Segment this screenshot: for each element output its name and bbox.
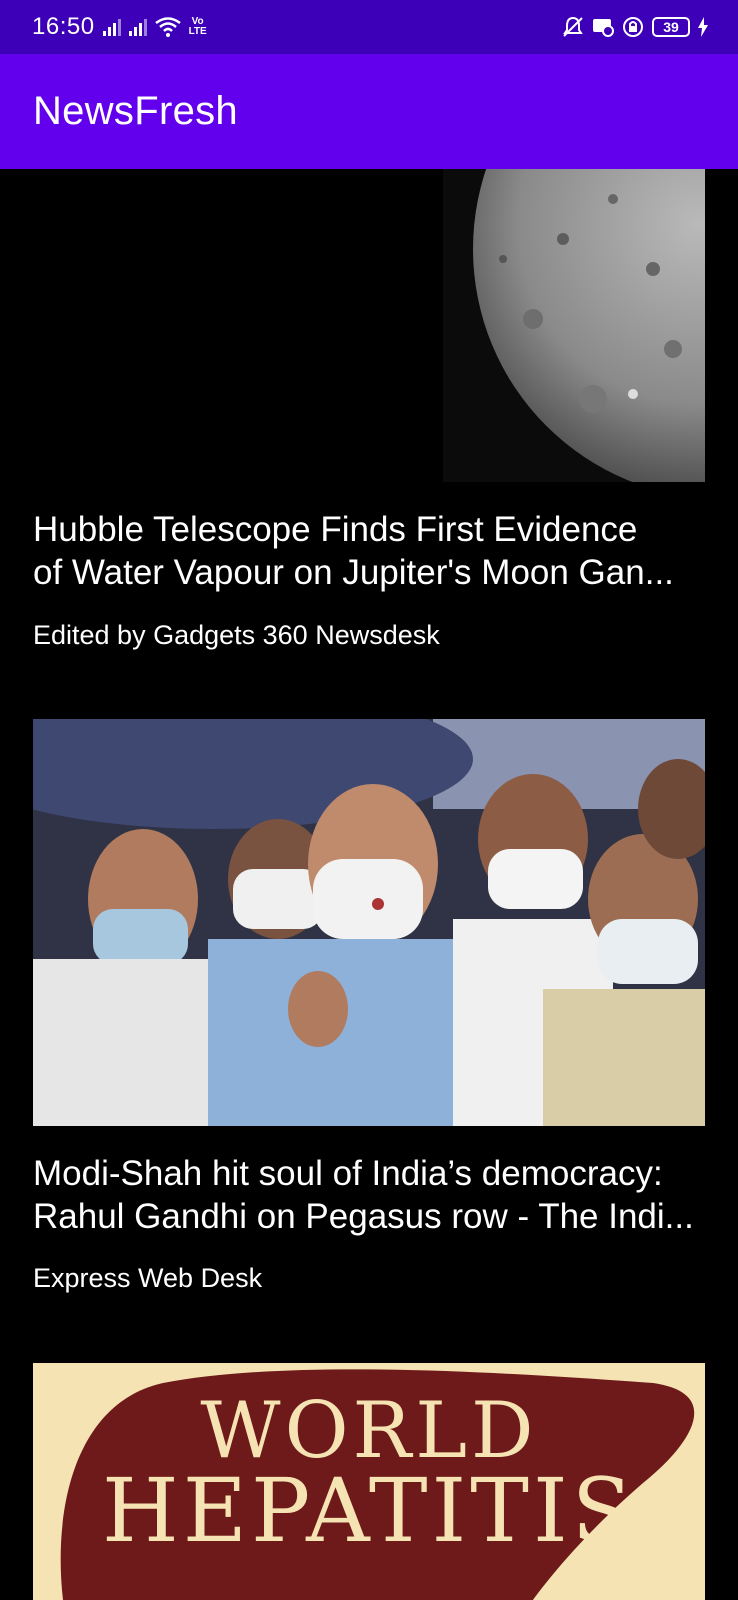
article-headline[interactable]: Modi-Shah hit soul of India’s democracy:… [33, 1152, 705, 1238]
news-card[interactable]: WORLD HEPATITIS [33, 1363, 705, 1600]
app-title: NewsFresh [33, 89, 238, 133]
article-byline: Express Web Desk [33, 1263, 263, 1293]
status-left: 16:50 Vo LTE [32, 13, 207, 41]
headline-line: of Water Vapour on Jupiter's Moon Gan... [33, 553, 674, 592]
volte-icon: Vo LTE [189, 17, 207, 37]
battery-icon: 39 [652, 17, 690, 37]
status-bar: 16:50 Vo LTE 39 [0, 0, 738, 54]
status-right: 39 [562, 16, 708, 38]
headline-line: Modi-Shah hit soul of India’s democracy: [33, 1154, 663, 1193]
signal-icon [128, 18, 147, 36]
poster-line: HEPATITIS [101, 1459, 637, 1562]
vpn-lock-icon [623, 17, 643, 37]
poster-title: WORLD HEPATITIS [33, 1391, 705, 1562]
news-card[interactable]: Modi-Shah hit soul of India’s democracy:… [33, 719, 705, 1293]
news-card[interactable]: Hubble Telescope Finds First Evidence of… [33, 169, 705, 650]
wifi-icon [154, 17, 181, 37]
masked-crowd-photo[interactable] [33, 719, 705, 1126]
charging-icon [698, 17, 708, 37]
chat-icon [593, 19, 614, 37]
article-byline: Edited by Gadgets 360 Newsdesk [33, 620, 440, 650]
clock: 16:50 [32, 13, 95, 40]
volte-bottom: LTE [188, 26, 207, 37]
headline-line: Hubble Telescope Finds First Evidence [33, 510, 638, 549]
moon-surface-image[interactable] [33, 169, 705, 482]
world-hepatitis-poster[interactable]: WORLD HEPATITIS [33, 1363, 705, 1600]
headline-line: Rahul Gandhi on Pegasus row - The Indi..… [33, 1197, 694, 1236]
signal-icon [102, 18, 121, 36]
article-headline[interactable]: Hubble Telescope Finds First Evidence of… [33, 508, 705, 594]
app-bar: NewsFresh [0, 54, 738, 169]
notification-off-icon [563, 16, 583, 37]
